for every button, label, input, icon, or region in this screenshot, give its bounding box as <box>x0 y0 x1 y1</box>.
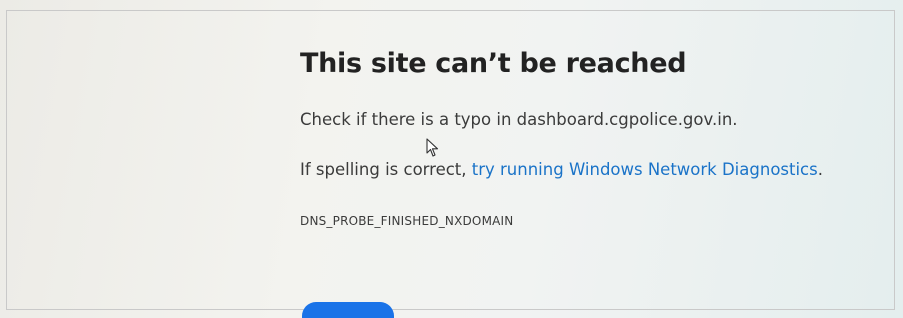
photo-frame: This site can’t be reached Check if ther… <box>0 0 903 318</box>
spelling-message-prefix: If spelling is correct, <box>300 160 472 179</box>
network-diagnostics-link[interactable]: try running Windows Network Diagnostics <box>472 160 818 179</box>
page-title: This site can’t be reached <box>300 48 687 79</box>
spelling-message-suffix: . <box>817 160 823 179</box>
mouse-pointer-icon <box>426 138 439 157</box>
spelling-message: If spelling is correct, try running Wind… <box>300 160 823 179</box>
domain-name: dashboard.cgpolice.gov.in <box>516 110 733 129</box>
typo-message-suffix: . <box>732 110 738 129</box>
error-code: DNS_PROBE_FINISHED_NXDOMAIN <box>300 214 514 228</box>
typo-message-prefix: Check if there is a typo in <box>300 110 517 129</box>
error-content: This site can’t be reached Check if ther… <box>300 48 890 228</box>
details-button[interactable] <box>302 302 394 318</box>
typo-message: Check if there is a typo in dashboard.cg… <box>300 110 738 129</box>
